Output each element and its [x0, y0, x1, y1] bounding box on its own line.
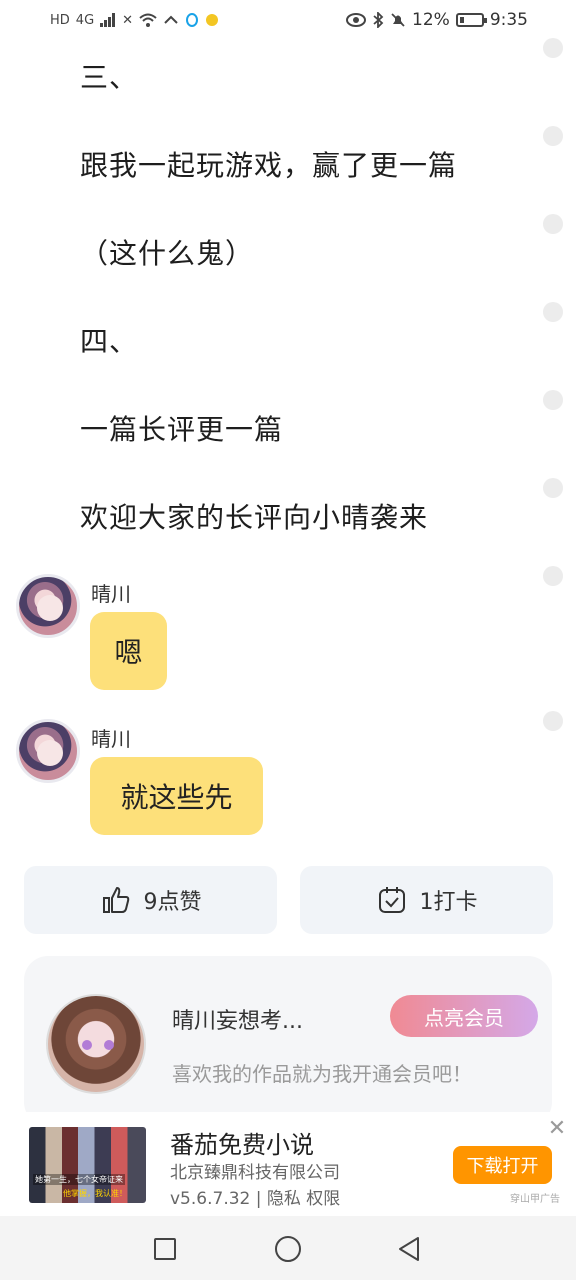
mute-bell-icon [391, 13, 405, 27]
calendar-check-icon [378, 887, 405, 913]
paragraph-comment-dot[interactable] [543, 478, 563, 498]
ad-company: 北京臻鼎科技有限公司 [170, 1163, 340, 1183]
author-card: 晴川妄想考... 点亮会员 喜欢我的作品就为我开通会员吧！ [24, 956, 552, 1126]
story-line: 三、 [80, 61, 139, 94]
status-bar: HD 4G ✕ 12% 9:35 [0, 0, 576, 40]
avatar[interactable] [16, 574, 80, 638]
signal-4g-icon: 4G [75, 12, 95, 28]
paragraph-comment-dot[interactable] [543, 390, 563, 410]
chat-bubble: 嗯 [90, 612, 167, 690]
story-line: 跟我一起玩游戏，赢了更一篇 [80, 149, 458, 182]
paragraph-comment-dot[interactable] [543, 566, 563, 586]
bluetooth-icon [373, 12, 384, 28]
ad-source-label: 穿山甲广告 [510, 1194, 560, 1205]
paragraph-comment-dot[interactable] [543, 711, 563, 731]
ad-title: 番茄免费小说 [170, 1131, 314, 1159]
app-notification-icon [206, 14, 219, 26]
checkin-count-label: 1打卡 [419, 890, 478, 915]
system-nav-bar [0, 1216, 576, 1280]
home-button[interactable] [275, 1236, 301, 1262]
hd-icon: HD [50, 12, 70, 28]
status-right: 12% 9:35 [346, 10, 528, 30]
signal-bars-icon [100, 13, 116, 27]
like-button[interactable]: 9点赞 [24, 866, 277, 934]
ad-thumbnail-caption: 他掌握，我认准！ [63, 1189, 127, 1198]
ad-thumbnail-caption: 她第一生，七个女帝证来 [33, 1174, 125, 1185]
chat-bubble: 就这些先 [90, 757, 263, 835]
checkin-button[interactable]: 1打卡 [300, 866, 553, 934]
close-icon[interactable]: ✕ [546, 1118, 568, 1140]
battery-icon [455, 13, 487, 27]
avatar[interactable] [16, 719, 80, 783]
story-line: 一篇长评更一篇 [80, 413, 284, 446]
author-avatar[interactable] [46, 994, 146, 1094]
paragraph-comment-dot[interactable] [543, 38, 563, 58]
chat-sender-name: 晴川 [91, 582, 131, 606]
paragraph-comment-dot[interactable] [543, 126, 563, 146]
chat-message: 晴川 嗯 [16, 574, 536, 694]
no-sim-icon: ✕ [122, 12, 134, 28]
story-line: 欢迎大家的长评向小晴袭来 [80, 501, 429, 534]
eye-icon [346, 13, 367, 27]
story-line: 四、 [80, 325, 139, 358]
missed-call-icon [164, 15, 178, 24]
chat-message: 晴川 就这些先 [16, 719, 536, 839]
paragraph-comment-dot[interactable] [543, 214, 563, 234]
status-left: HD 4G ✕ [50, 12, 219, 28]
clock: 9:35 [489, 10, 528, 30]
recent-apps-button[interactable] [154, 1238, 176, 1260]
chat-sender-name: 晴川 [91, 727, 131, 751]
wifi-icon [139, 13, 157, 27]
back-button[interactable] [397, 1236, 421, 1262]
ad-download-button[interactable]: 下载打开 [453, 1146, 552, 1184]
thumbs-up-icon [102, 887, 129, 913]
battery-percent: 12% [412, 10, 450, 30]
activate-membership-button[interactable]: 点亮会员 [390, 995, 538, 1037]
like-count-label: 9点赞 [143, 890, 202, 915]
paragraph-comment-dot[interactable] [543, 302, 563, 322]
ad-thumbnail[interactable]: 她第一生，七个女帝证来 他掌握，我认准！ [29, 1127, 146, 1203]
author-name[interactable]: 晴川妄想考... [172, 1003, 303, 1035]
author-slogan: 喜欢我的作品就为我开通会员吧！ [172, 1062, 472, 1086]
qq-icon [186, 13, 199, 27]
ad-banner[interactable]: 她第一生，七个女帝证来 他掌握，我认准！ 番茄免费小说 北京臻鼎科技有限公司 v… [0, 1112, 576, 1216]
story-line: （这什么鬼） [80, 237, 255, 270]
ad-meta[interactable]: v5.6.7.32 | 隐私 权限 [170, 1184, 340, 1209]
story-text: 三、 跟我一起玩游戏，赢了更一篇 （这什么鬼） 四、 一篇长评更一篇 欢迎大家的… [80, 56, 520, 584]
